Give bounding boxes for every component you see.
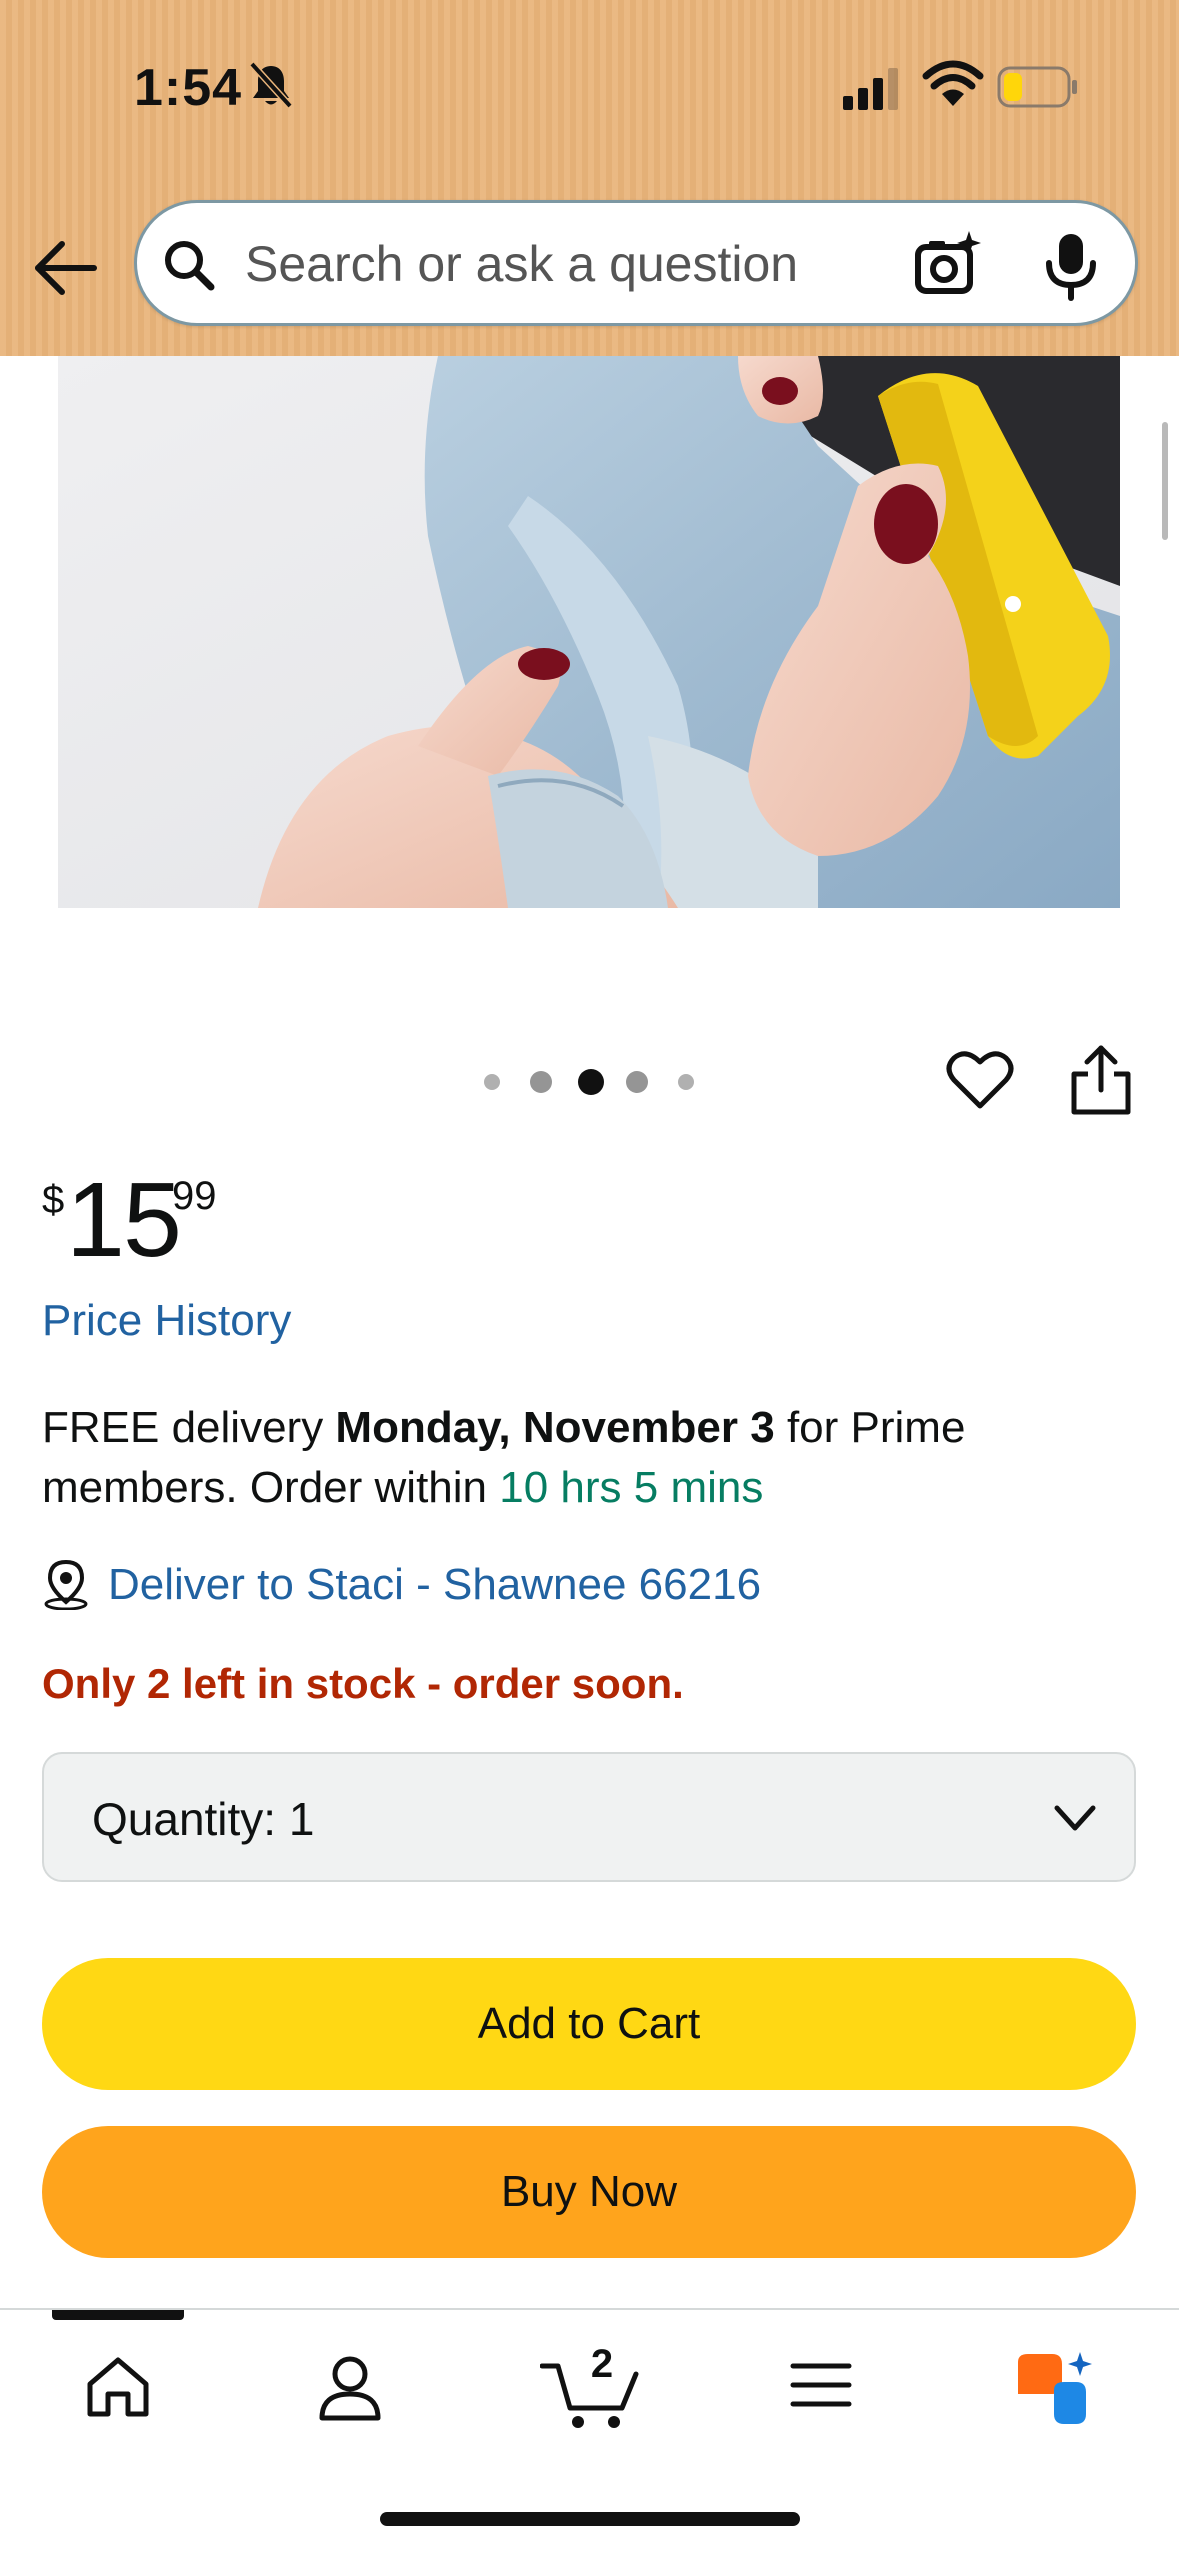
deliver-to-link[interactable]: Deliver to Staci - Shawnee 66216	[108, 1560, 761, 1610]
microphone-icon[interactable]	[1041, 231, 1101, 301]
delivery-countdown: 10 hrs 5 mins	[499, 1463, 764, 1512]
camera-sparkle-icon[interactable]	[913, 229, 983, 299]
chevron-down-icon	[1054, 1805, 1096, 1831]
carousel-dot[interactable]	[484, 1074, 500, 1090]
add-to-cart-button[interactable]: Add to Cart	[42, 1958, 1136, 2090]
carousel-dot[interactable]	[626, 1071, 648, 1093]
signal-icon	[843, 68, 898, 110]
carousel-dot[interactable]	[678, 1074, 694, 1090]
home-icon[interactable]	[84, 2354, 152, 2420]
quantity-label: Quantity: 1	[92, 1793, 315, 1845]
delivery-date: Monday, November 3	[335, 1403, 775, 1452]
location-pin-icon	[44, 1559, 88, 1610]
image-carousel-dots[interactable]	[484, 1068, 698, 1096]
home-indicator	[380, 2512, 800, 2526]
share-icon[interactable]	[1070, 1044, 1132, 1116]
buy-now-button[interactable]: Buy Now	[42, 2126, 1136, 2258]
price-currency: $	[42, 1178, 65, 1222]
heart-icon[interactable]	[946, 1048, 1014, 1112]
account-icon[interactable]	[318, 2354, 382, 2422]
search-input[interactable]	[245, 227, 925, 301]
product-image[interactable]	[58, 356, 1120, 908]
menu-icon[interactable]	[790, 2360, 852, 2410]
price-history-link[interactable]: Price History	[42, 1296, 291, 1346]
status-time: 1:54	[134, 59, 243, 117]
quantity-select[interactable]: Quantity: 1	[42, 1752, 1136, 1882]
cart-count: 2	[590, 2342, 614, 2386]
quantity-value: 1	[288, 1793, 315, 1845]
battery-icon	[997, 66, 1077, 108]
search-icon	[165, 241, 215, 291]
scroll-indicator	[1162, 422, 1168, 540]
search-bar[interactable]	[134, 200, 1138, 326]
header: 1:54	[0, 0, 1179, 356]
carousel-dot-active[interactable]	[578, 1069, 604, 1095]
carousel-dot[interactable]	[530, 1071, 552, 1093]
cart-button[interactable]: 2	[540, 2342, 644, 2430]
price-fraction: 99	[172, 1174, 217, 1218]
back-arrow-icon[interactable]	[30, 232, 102, 304]
stock-status: Only 2 left in stock - order soon.	[42, 1660, 684, 1707]
active-tab-indicator	[52, 2310, 184, 2320]
wifi-icon	[922, 60, 984, 106]
bell-slash-icon	[249, 61, 293, 109]
delivery-info: FREE delivery Monday, November 3 for Pri…	[42, 1398, 1142, 1518]
delivery-prefix: FREE delivery	[42, 1403, 336, 1452]
rufus-icon[interactable]	[1014, 2350, 1096, 2430]
price-whole: 15	[66, 1161, 182, 1279]
